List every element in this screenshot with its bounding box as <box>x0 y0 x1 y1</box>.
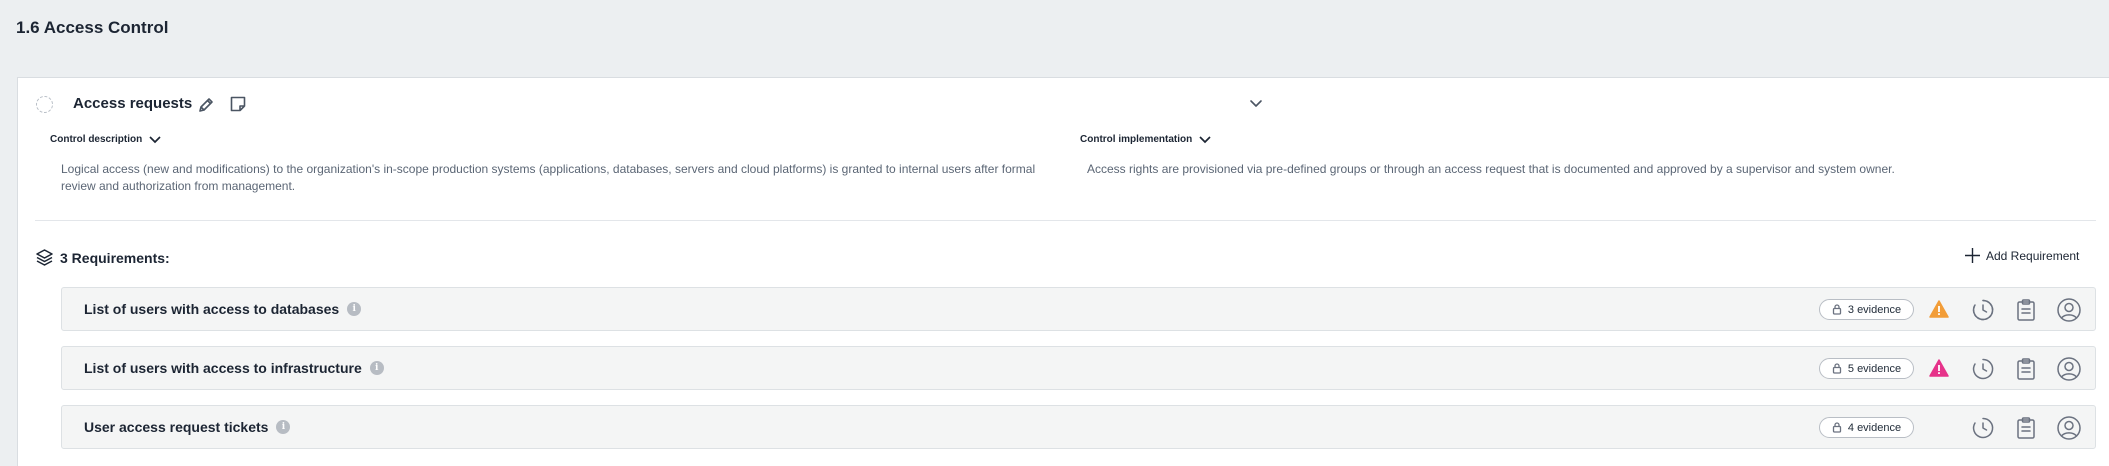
clipboard-icon[interactable] <box>2013 297 2039 323</box>
user-circle-icon[interactable] <box>2056 297 2082 323</box>
divider <box>35 220 2096 221</box>
clipboard-icon[interactable] <box>2013 356 2039 382</box>
requirement-row[interactable]: User access request tickets i 4 evidence <box>61 405 2096 449</box>
add-requirement-label: Add Requirement <box>1986 248 2080 263</box>
requirement-name: User access request tickets <box>84 419 269 435</box>
requirement-name-wrap: User access request tickets i <box>84 419 291 435</box>
warning-triangle-icon[interactable] <box>1929 300 1949 323</box>
requirement-name: List of users with access to infrastruct… <box>84 360 362 376</box>
requirement-name-wrap: List of users with access to databases i <box>84 301 362 317</box>
sticky-note-icon[interactable] <box>228 94 248 114</box>
control-implementation-text: Access rights are provisioned via pre-de… <box>1087 162 1895 176</box>
requirement-row[interactable]: List of users with access to databases i… <box>61 287 2096 331</box>
control-description-toggle[interactable]: Control description <box>50 134 162 145</box>
page-title: 1.6 Access Control <box>16 18 169 37</box>
evidence-count: 3 evidence <box>1847 303 1902 316</box>
clock-icon[interactable] <box>1970 297 1996 323</box>
plus-icon <box>1965 248 1980 263</box>
control-implementation-toggle[interactable]: Control implementation <box>1080 134 1212 145</box>
clock-icon[interactable] <box>1970 415 1996 441</box>
requirement-name-wrap: List of users with access to infrastruct… <box>84 360 384 376</box>
layers-icon <box>36 249 53 266</box>
requirement-name: List of users with access to databases <box>84 301 340 317</box>
chevron-down-icon <box>149 135 161 143</box>
control-title: Access requests <box>73 95 193 112</box>
requirements-header: 3 Requirements: <box>35 248 170 267</box>
info-icon[interactable]: i <box>347 302 362 316</box>
clipboard-icon[interactable] <box>2013 415 2039 441</box>
evidence-badge[interactable]: 4 evidence <box>1819 417 1914 438</box>
chevron-down-icon <box>1199 135 1211 143</box>
requirement-row[interactable]: List of users with access to infrastruct… <box>61 346 2096 390</box>
evidence-count: 5 evidence <box>1847 362 1902 375</box>
evidence-badge[interactable]: 3 evidence <box>1819 299 1914 320</box>
lock-icon <box>1832 304 1842 315</box>
requirements-count: 3 Requirements: <box>60 249 170 266</box>
add-requirement-button[interactable]: Add Requirement <box>1964 247 2079 264</box>
info-icon[interactable]: i <box>276 420 291 434</box>
control-description-text: Logical access (new and modifications) t… <box>61 162 1036 193</box>
evidence-count: 4 evidence <box>1847 421 1902 434</box>
lock-icon <box>1832 422 1842 433</box>
pencil-icon[interactable] <box>196 95 216 115</box>
lock-icon <box>1832 363 1842 374</box>
control-description-label: Control description <box>50 134 143 145</box>
warning-triangle-icon[interactable] <box>1929 359 1949 382</box>
user-circle-icon[interactable] <box>2056 356 2082 382</box>
info-icon[interactable]: i <box>369 361 384 375</box>
clock-icon[interactable] <box>1970 356 1996 382</box>
evidence-badge[interactable]: 5 evidence <box>1819 358 1914 379</box>
user-circle-icon[interactable] <box>2056 415 2082 441</box>
control-implementation-label: Control implementation <box>1080 134 1193 145</box>
dashed-circle-icon[interactable] <box>36 96 53 113</box>
chevron-down-icon[interactable] <box>1247 96 1265 112</box>
